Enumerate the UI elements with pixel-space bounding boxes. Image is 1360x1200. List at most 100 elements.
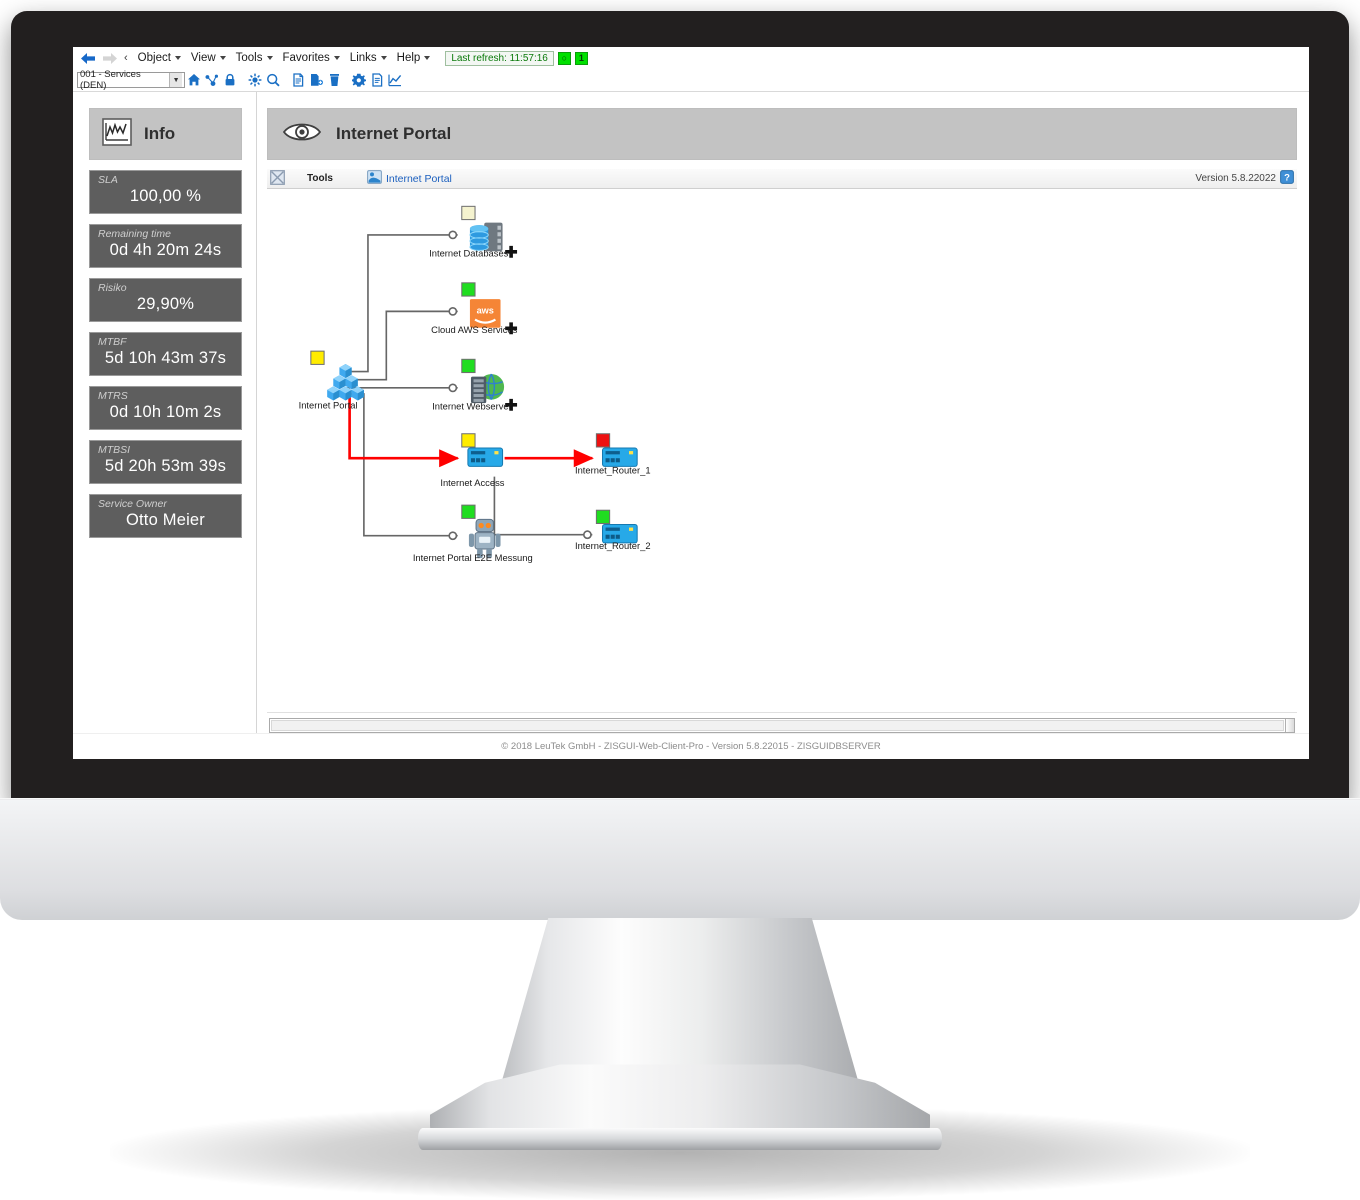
context-select[interactable]: 001 - Services (DEN) ▼: [77, 69, 185, 91]
node-label: Internet_Router_1: [575, 466, 651, 476]
chevron-down-icon: [380, 56, 387, 60]
router-port: [605, 458, 610, 463]
view-title: Internet Portal: [336, 124, 452, 143]
back-button[interactable]: [77, 49, 99, 67]
topology-icon[interactable]: [203, 70, 221, 90]
topology-node[interactable]: Internet_Router_2: [575, 509, 651, 551]
topology-diagram[interactable]: Internet Portal ✚Internet Databases aws✚Cl…: [267, 189, 1297, 699]
settings-star-icon[interactable]: [246, 70, 264, 90]
trash-icon[interactable]: [325, 70, 343, 90]
kpi-card: Service Owner Otto Meier: [89, 494, 242, 538]
status-square[interactable]: [461, 433, 476, 448]
horizontal-scrollbar[interactable]: [269, 718, 1295, 733]
kpi-card: Remaining time 0d 4h 20m 24s: [89, 224, 242, 268]
gear-icon[interactable]: [350, 70, 368, 90]
forward-button[interactable]: [99, 49, 121, 67]
lock-icon[interactable]: [221, 70, 239, 90]
topology-node[interactable]: Internet_Router_1: [575, 433, 651, 476]
document-add-icon[interactable]: [307, 70, 325, 90]
search-icon[interactable]: [264, 70, 282, 90]
topology-node[interactable]: aws✚Cloud AWS Services: [431, 282, 518, 338]
menubar: ‹ Object View Tools Favorites Links Help…: [73, 47, 1309, 69]
kpi-value: 5d 20h 53m 39s: [104, 457, 227, 475]
chart-line-icon: [102, 117, 132, 151]
menu-tools[interactable]: Tools: [231, 51, 278, 65]
subtoolbar-tools-label[interactable]: Tools: [307, 173, 333, 184]
router-led: [494, 451, 499, 455]
status-square[interactable]: [595, 509, 611, 524]
grid-icon[interactable]: [270, 169, 285, 188]
chart-icon[interactable]: [386, 70, 404, 90]
kpi-card: SLA 100,00 %: [89, 170, 242, 214]
router-body: [601, 447, 638, 467]
chevron-down-icon: [174, 56, 181, 60]
kpi-list: SLA 100,00 % Remaining time 0d 4h 20m 24s Ri…: [89, 170, 242, 538]
chevron-down-icon: ▼: [169, 73, 182, 87]
topology-node[interactable]: Internet Portal: [299, 350, 364, 410]
menu-object[interactable]: Object: [133, 51, 186, 65]
monitor-base: [418, 1128, 942, 1150]
scrollbar-track[interactable]: [271, 720, 1284, 731]
menu-links[interactable]: Links: [345, 51, 392, 65]
menu-favorites[interactable]: Favorites: [278, 51, 345, 65]
router-port: [610, 458, 615, 463]
menu-object-label: Object: [137, 52, 171, 64]
node-label: Internet Databases: [429, 248, 509, 258]
file-icon[interactable]: [368, 70, 386, 90]
monitor-chin: [0, 800, 1360, 920]
robot-arm: [468, 533, 475, 547]
menu-tools-label: Tools: [235, 52, 263, 64]
breadcrumb-internet-portal[interactable]: Internet Portal: [386, 173, 452, 185]
rack-slot: [473, 384, 484, 388]
router-leds: [470, 451, 486, 455]
status-square[interactable]: [595, 433, 611, 448]
menu-collapse-chevron[interactable]: ‹: [121, 52, 133, 64]
menu-help-label: Help: [396, 52, 421, 64]
aws-wordmark: aws: [477, 305, 494, 315]
rack-slot: [497, 238, 501, 243]
topology-node[interactable]: ✚Internet Databases: [429, 205, 518, 261]
version-label: Version 5.8.22022: [1195, 173, 1276, 184]
router-port: [615, 458, 620, 463]
context-select-value: 001 - Services (DEN): [80, 69, 141, 91]
status-square[interactable]: [461, 504, 476, 519]
robot-eye: [478, 522, 484, 529]
status-square[interactable]: [461, 205, 476, 221]
chevron-down-icon: [219, 56, 226, 60]
kpi-card: Risiko 29,90%: [89, 278, 242, 322]
kpi-label: Remaining time: [98, 228, 171, 240]
home-icon[interactable]: [185, 70, 203, 90]
content-area: Info SLA 100,00 % Remaining time 0d 4h 20m …: [73, 92, 1309, 733]
monitor-shell: ‹ Object View Tools Favorites Links Help…: [0, 0, 1360, 1200]
menu-help[interactable]: Help: [392, 51, 436, 65]
status-square[interactable]: [461, 358, 476, 374]
link: [351, 393, 458, 541]
rack-slot: [473, 393, 484, 398]
map-icon: [367, 170, 382, 187]
status-square[interactable]: [310, 350, 325, 365]
kpi-label: MTRS: [98, 390, 128, 402]
status-indicator-icon[interactable]: ○: [557, 51, 571, 65]
scrollbar-resize-grip[interactable]: [1285, 719, 1294, 732]
monitor-bezel: ‹ Object View Tools Favorites Links Help…: [11, 11, 1349, 804]
robot-arm: [495, 533, 501, 547]
router-port: [610, 534, 615, 539]
rack-slot: [473, 379, 484, 383]
view-header: Internet Portal: [267, 108, 1297, 160]
menu-view[interactable]: View: [186, 51, 231, 65]
node-label: Internet_Router_2: [575, 541, 651, 551]
menu-view-label: View: [190, 52, 216, 64]
router-leds: [605, 527, 620, 531]
topology-canvas[interactable]: Internet Portal ✚ Internet Databases aws ✚ Cl…: [267, 189, 1297, 713]
kpi-label: MTBSI: [98, 444, 131, 456]
status-square[interactable]: [461, 282, 476, 297]
topology-node[interactable]: Internet Access: [440, 433, 505, 488]
node-label: Internet Portal E2E Messung: [413, 553, 533, 563]
topology-node[interactable]: ✚Internet Webserver: [432, 358, 518, 414]
status-count-badge[interactable]: 1: [574, 51, 588, 65]
node-label: Internet Portal: [299, 400, 358, 410]
document-icon[interactable]: [289, 70, 307, 90]
view-subtoolbar: Tools Internet Portal Version 5.8.22022: [267, 169, 1297, 189]
eye-icon: [282, 119, 322, 150]
help-icon[interactable]: ?: [1280, 170, 1294, 187]
